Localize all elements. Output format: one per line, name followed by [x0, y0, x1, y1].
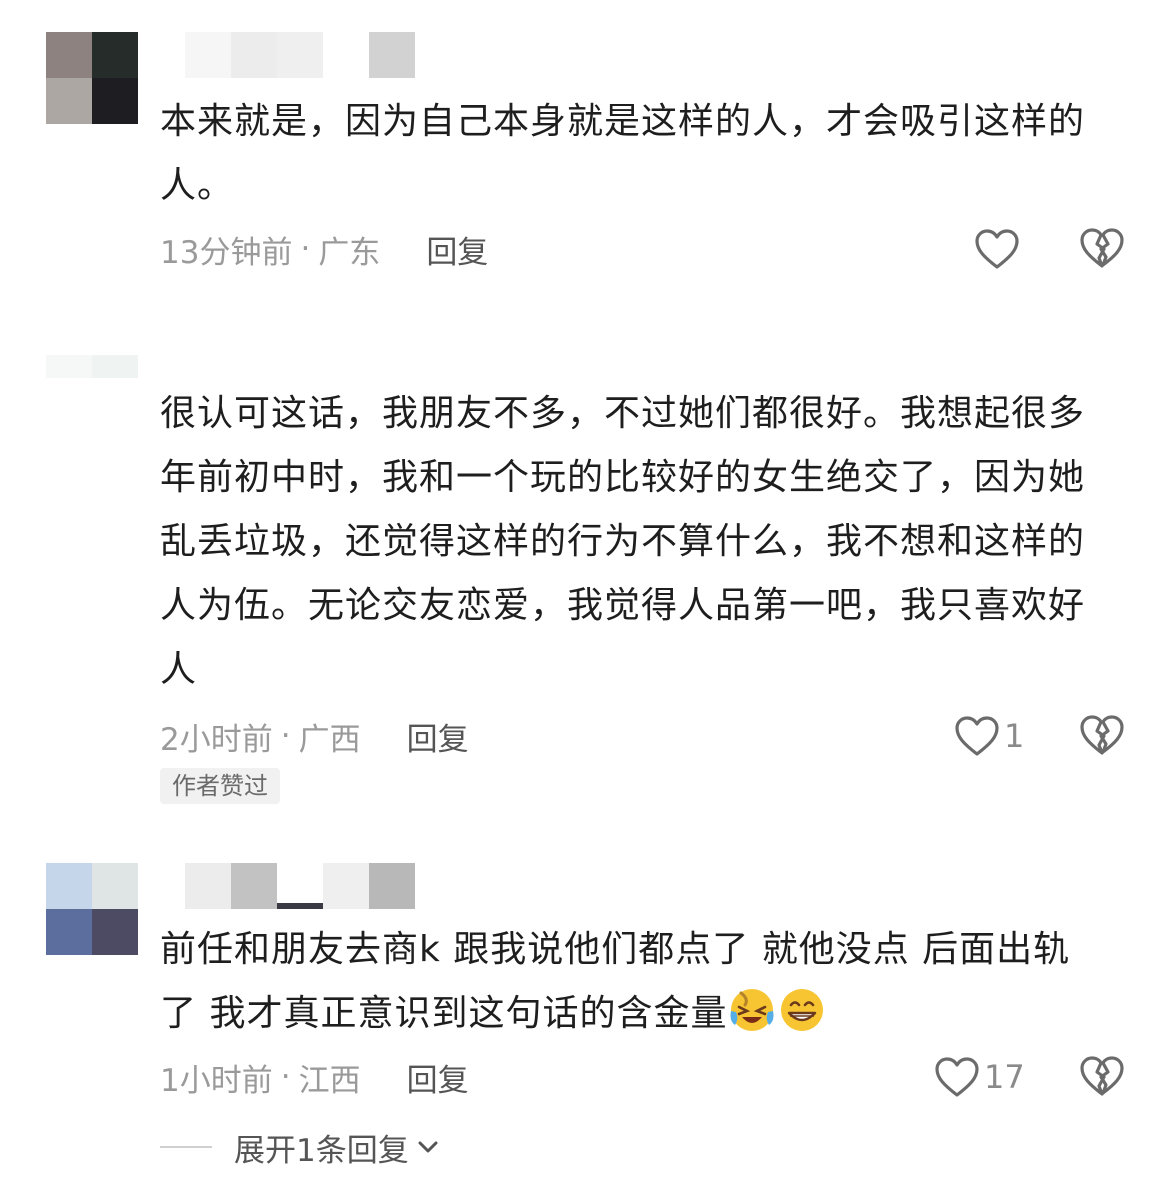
- expand-replies-button[interactable]: 展开1条回复: [160, 1122, 439, 1172]
- expand-divider: [160, 1146, 212, 1148]
- dislike-button[interactable]: [1079, 713, 1125, 757]
- avatar[interactable]: [46, 863, 138, 955]
- dislike-button[interactable]: [1079, 226, 1125, 270]
- comment-meta: 13分钟前 · 广东 回复: [160, 224, 488, 274]
- heart-icon: [954, 715, 1000, 757]
- avatar-pixel: [92, 32, 138, 78]
- meta-separator: ·: [280, 718, 291, 754]
- like-button[interactable]: 1: [954, 711, 1024, 761]
- like-count: 17: [984, 1058, 1025, 1096]
- meta-separator: ·: [300, 231, 311, 267]
- avatar-pixel: [46, 909, 92, 955]
- avatar-pixel: [92, 909, 138, 955]
- comment-text-body: 前任和朋友去商k 跟我说他们都点了 就他没点 后面出轨了 我才真正意识到这句话的…: [160, 929, 1071, 1034]
- comment-region: 广东: [318, 234, 381, 271]
- heart-icon: [974, 228, 1020, 270]
- username-blurred[interactable]: [185, 863, 415, 909]
- comment-text: 前任和朋友去商k 跟我说他们都点了 就他没点 后面出轨了 我才真正意识到这句话的…: [160, 918, 1105, 1054]
- chevron-down-icon: [417, 1140, 439, 1154]
- comment-time: 13分钟前: [160, 234, 293, 271]
- face-with-tears-of-joy-icon: [727, 987, 777, 1054]
- like-button[interactable]: 17: [934, 1052, 1025, 1102]
- meta-separator: ·: [280, 1059, 291, 1095]
- comment-meta: 1小时前 · 江西 回复: [160, 1052, 469, 1102]
- like-count: 1: [1004, 717, 1025, 755]
- comment-text: 本来就是，因为自己本身就是这样的人，才会吸引这样的人。: [160, 101, 1086, 206]
- reply-button[interactable]: 回复: [426, 227, 488, 272]
- comment-region: 广西: [298, 721, 361, 758]
- avatar[interactable]: [46, 355, 138, 401]
- avatar[interactable]: [46, 32, 138, 124]
- reply-button[interactable]: 回复: [407, 714, 469, 759]
- dislike-button[interactable]: [1079, 1054, 1125, 1098]
- like-button[interactable]: [974, 224, 1020, 274]
- avatar-pixel: [92, 863, 138, 909]
- avatar-pixel: [46, 355, 92, 378]
- expand-replies-label: 展开1条回复: [234, 1132, 409, 1169]
- grinning-face-icon: [777, 987, 827, 1054]
- comment-text: 很认可这话，我朋友不多，不过她们都很好。我想起很多年前初中时，我和一个玩的比较好…: [160, 393, 1086, 690]
- username-blurred[interactable]: [185, 32, 415, 78]
- reply-button[interactable]: 回复: [407, 1055, 469, 1100]
- author-liked-badge: 作者赞过: [160, 768, 280, 804]
- avatar-pixel: [46, 78, 92, 124]
- comment-meta: 2小时前 · 广西 回复: [160, 711, 469, 761]
- avatar-pixel: [92, 355, 138, 378]
- comment-region: 江西: [298, 1062, 361, 1099]
- avatar-pixel: [46, 863, 92, 909]
- avatar-pixel: [46, 32, 92, 78]
- comment-time: 2小时前: [160, 721, 273, 758]
- comment-time: 1小时前: [160, 1062, 273, 1099]
- heart-icon: [934, 1056, 980, 1098]
- avatar-pixel: [92, 78, 138, 124]
